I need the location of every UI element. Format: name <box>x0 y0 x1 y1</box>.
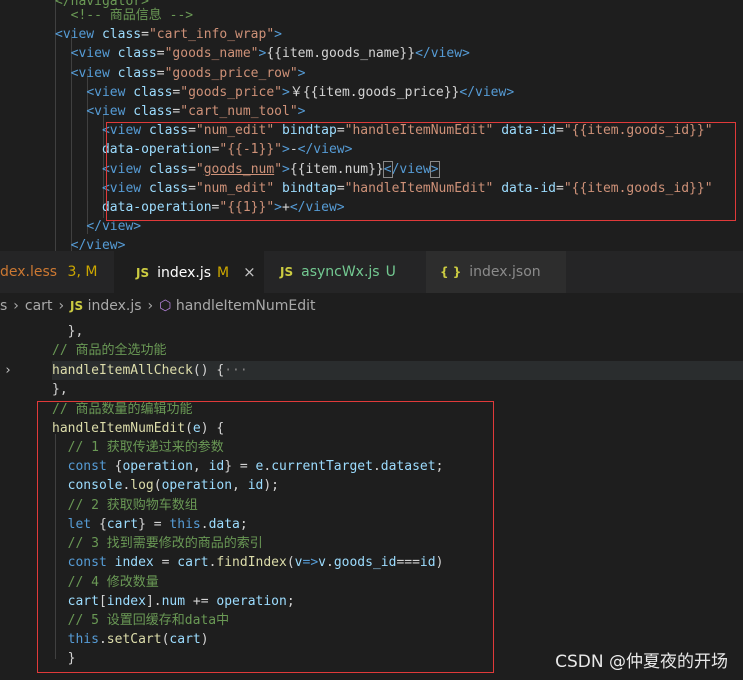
code-line: <!-- 商品信息 --> <box>55 8 194 23</box>
json-file-icon: { } <box>440 265 462 279</box>
code-line: <view class="num_edit" bindtap="handleIt… <box>101 181 713 196</box>
code-line: console.log(operation, id); <box>67 478 280 493</box>
tab-index-js[interactable]: JS index.js M × <box>114 251 264 293</box>
chevron-right-icon: › <box>147 298 154 314</box>
tab-label: asyncWx.js <box>301 264 380 280</box>
fold-arrow-icon[interactable]: › <box>4 361 12 380</box>
code-line: <view class="cart_num_tool"> <box>86 104 306 119</box>
code-line: <view class="cart_info_wrap"> <box>55 27 282 42</box>
code-line: // 5 设置回缓存和data中 <box>52 613 230 628</box>
chevron-right-icon: › <box>13 298 19 314</box>
code-line: // 1 获取传递过来的参数 <box>52 440 224 455</box>
code-line: }, <box>52 324 84 339</box>
code-line: data-operation="{{-1}}">-</view> <box>101 142 353 157</box>
code-line: let {cart} = this.data; <box>67 517 248 532</box>
tab-status: U <box>385 264 396 280</box>
code-line: <view class="goods_price_row"> <box>70 66 306 81</box>
code-line: // 2 获取购物车数组 <box>52 498 198 513</box>
code-line: </view> <box>86 219 142 234</box>
watermark: CSDN @仲夏夜的开场 <box>555 652 728 672</box>
tab-status: 3, M <box>67 264 98 280</box>
code-line: handleItemAllCheck() {··· <box>52 361 743 380</box>
editor-tab-bar: dex.less 3, M JS index.js M × JS asyncWx.js U… <box>0 251 743 293</box>
tab-index-json[interactable]: { } index.json <box>426 251 566 293</box>
code-line: }, <box>52 382 68 397</box>
code-line: const {operation, id} = e.currentTarget.… <box>67 459 444 474</box>
top-code-editor[interactable]: </navigator> <!-- 商品信息 --> <view class="… <box>0 0 743 253</box>
breadcrumb: s › cart › JS index.js › ⬡ handleItemNumEdit <box>0 293 743 319</box>
tab-label: index.json <box>469 264 541 280</box>
breadcrumb-item[interactable]: index.js <box>88 298 142 314</box>
method-cube-icon: ⬡ <box>159 298 172 314</box>
tab-status: M <box>217 265 230 281</box>
js-file-icon: JS <box>70 299 84 313</box>
code-line: // 商品的全选功能 <box>52 343 167 358</box>
code-line: // 商品数量的编辑功能 <box>52 402 193 417</box>
code-line: } <box>52 651 76 666</box>
tab-label: index.js <box>157 265 212 281</box>
breadcrumb-item[interactable]: cart <box>25 298 53 314</box>
bottom-code-editor[interactable]: }, // 商品的全选功能 › handleItemAllCheck() {··… <box>0 319 743 680</box>
code-line: <view class="num_edit" bindtap="handleIt… <box>101 123 713 138</box>
code-line: cart[index].num += operation; <box>67 594 295 609</box>
code-line: <view class="goods_num">{{item.num}}</vi… <box>101 161 440 178</box>
js-file-icon: JS <box>280 265 294 279</box>
tab-index-less[interactable]: dex.less 3, M <box>0 251 114 293</box>
code-line: // 3 找到需要修改的商品的索引 <box>52 536 263 551</box>
code-line: <view class="goods_price">￥{{item.goods_… <box>86 85 515 100</box>
js-file-icon: JS <box>136 266 150 280</box>
breadcrumb-item[interactable]: handleItemNumEdit <box>176 298 316 314</box>
code-line: const index = cart.findIndex(v=>v.goods_… <box>67 555 444 570</box>
code-line: // 4 修改数量 <box>52 575 159 590</box>
breadcrumb-item[interactable]: s <box>0 298 7 314</box>
tab-label: dex.less <box>0 264 58 280</box>
code-line: handleItemNumEdit(e) { <box>52 421 225 436</box>
tab-async-wx-js[interactable]: JS asyncWx.js U <box>264 251 404 293</box>
code-line: data-operation="{{1}}">+</view> <box>101 200 345 215</box>
code-line: <view class="goods_name">{{item.goods_na… <box>70 46 470 61</box>
close-icon[interactable]: × <box>243 263 256 281</box>
code-line: this.setCart(cart) <box>67 632 209 647</box>
chevron-right-icon: › <box>58 298 65 314</box>
